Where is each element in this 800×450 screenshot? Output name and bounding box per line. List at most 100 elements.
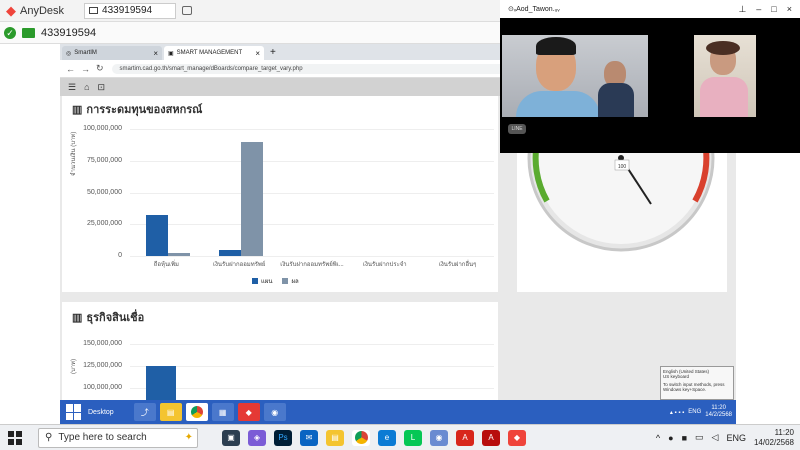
home-icon[interactable]: ⌂ — [84, 82, 89, 92]
chevron-up-icon[interactable]: ^ — [656, 433, 660, 443]
person-shirt — [516, 91, 600, 117]
edge-icon[interactable]: e — [378, 429, 396, 446]
new-tab-button[interactable]: + — [270, 47, 276, 58]
chart-title-text: ธุรกิจสินเชื่อ — [86, 312, 145, 324]
app-icon[interactable]: ⤴ — [133, 403, 156, 421]
tab-label: SmartIM — [74, 50, 97, 56]
mic-icon[interactable]: ● — [668, 433, 673, 443]
legend-item[interactable]: แผน — [252, 276, 272, 286]
y-tick-label: 0 — [118, 252, 122, 259]
system-tray: ^ ● ■ ▭ ◁ ENG 11:20 14/02/2568 — [656, 428, 794, 448]
session-tab[interactable]: 433919594 — [84, 2, 177, 19]
bar-ผล-0[interactable] — [168, 253, 191, 256]
language-indicator[interactable]: ENG — [726, 433, 746, 443]
acrobat-icon[interactable]: A — [482, 429, 500, 446]
y-tick-label: 100,000,000 — [83, 125, 122, 132]
globe-icon: ◎ — [66, 50, 72, 57]
app-icon[interactable]: ◉ — [430, 429, 448, 446]
gridline — [130, 344, 494, 345]
search-icon: ⚲ — [45, 432, 53, 443]
chart-title: ▥ ธุรกิจสินเชื่อ — [72, 308, 144, 326]
app-icon[interactable]: ◉ — [263, 403, 286, 421]
self-video-feed — [694, 35, 756, 117]
volume-icon[interactable]: ◁ — [712, 432, 719, 443]
x-category-label: ถือหุ้นเพิ่ม — [153, 262, 180, 268]
person-shirt — [700, 77, 748, 117]
caller-name: ⊙ᵥAod_Tawon.ᵤᵥ — [508, 6, 560, 13]
bar-chart-icon: ▥ — [72, 311, 83, 324]
anydesk-icon[interactable]: ◆ — [508, 429, 526, 446]
line-icon[interactable]: L — [404, 429, 422, 446]
app-name: AnyDesk — [20, 4, 65, 17]
photoshop-icon[interactable]: Ps — [274, 429, 292, 446]
back-icon[interactable]: ← — [66, 64, 75, 74]
windows-start-icon[interactable] — [66, 404, 82, 420]
search-box[interactable]: ⚲ Type here to search ✦ — [38, 427, 198, 448]
folder-icon[interactable]: ▤ — [159, 403, 182, 421]
check-circle-icon: ✓ — [4, 26, 16, 39]
chrome-icon[interactable] — [352, 429, 370, 446]
session-tab-label: 433919594 — [102, 5, 153, 16]
clock[interactable]: 11:20 14/02/2568 — [754, 428, 794, 448]
exit-icon[interactable]: ⊡ — [98, 82, 106, 93]
close-icon[interactable]: × — [153, 49, 158, 58]
remote-clock[interactable]: 11:20 14/2/2568 — [705, 405, 732, 419]
video-call-window[interactable]: ⊙ᵥAod_Tawon.ᵤᵥ ⊥ – □ × LINE — [500, 0, 800, 153]
maximize-icon[interactable]: □ — [771, 4, 776, 15]
folder-icon[interactable]: ▤ — [326, 429, 344, 446]
minimize-icon[interactable]: – — [756, 4, 761, 15]
close-icon[interactable]: × — [787, 4, 792, 15]
remote-tray: ▴ ▪ ▪ ▪ ENG 11:20 14/2/2568 — [670, 405, 732, 419]
y-tick-label: 50,000,000 — [86, 188, 122, 196]
tab-smartim[interactable]: ◎ SmartIM × — [62, 46, 162, 60]
tray-icons[interactable]: ▴ ▪ ▪ ▪ — [670, 409, 684, 416]
y-ticks: 150,000,000 125,000,000 100,000,000 — [62, 340, 122, 400]
reload-icon[interactable]: ↻ — [96, 63, 104, 74]
y-tick-label: 150,000,000 — [83, 340, 122, 347]
plot-area — [130, 344, 494, 400]
input-method-tooltip: English (United States) US keyboard To s… — [660, 366, 734, 400]
remote-taskbar: Desktop ⤴ ▤ ▦ ◆ ◉ ▴ ▪ ▪ ▪ ENG 11:20 14/2… — [60, 400, 736, 424]
windows-start-icon[interactable] — [8, 430, 22, 445]
y-tick-label: 100,000,000 — [83, 384, 122, 391]
y-tick-label: 125,000,000 — [83, 362, 122, 369]
desktop-toolbar[interactable]: Desktop — [88, 409, 114, 416]
bar-แผน-1[interactable] — [219, 249, 242, 256]
clock-time: 11:20 — [711, 405, 726, 411]
app-icon[interactable]: ▦ — [211, 403, 234, 421]
y-tick-label: 25,000,000 — [86, 220, 122, 228]
pin-icon[interactable]: ⊥ — [738, 4, 746, 15]
anydesk-icon[interactable]: ◆ — [237, 403, 260, 421]
mail-icon[interactable]: ✉ — [300, 429, 318, 446]
chart-card-funding: ▥ การระดมทุนของสหกรณ์ จำนวนเงิน (บาท) 10… — [62, 96, 498, 292]
store-icon[interactable]: ▣ — [222, 429, 240, 446]
copilot-icon[interactable]: ◈ — [248, 429, 266, 446]
chat-icon[interactable] — [182, 6, 193, 15]
bar-แผน-0[interactable] — [146, 215, 169, 256]
monitor-icon — [89, 7, 99, 14]
chrome-icon[interactable] — [185, 403, 208, 421]
legend-item[interactable]: ผล — [282, 276, 299, 286]
hamburger-icon[interactable]: ☰ — [68, 82, 76, 93]
person-hair — [706, 41, 740, 55]
close-icon[interactable]: × — [255, 49, 260, 58]
bar-credit-plan[interactable] — [146, 366, 176, 400]
gauge-value: 100 — [618, 164, 627, 170]
clock-time: 11:20 — [774, 427, 794, 437]
tab-smart-management[interactable]: ▣ SMART MANAGEMENT × — [164, 46, 264, 60]
anydesk-logo-icon: ◆ — [6, 2, 16, 18]
person-hair — [536, 37, 576, 55]
bar-ผล-1[interactable] — [241, 141, 264, 256]
address-input[interactable]: 433919594 — [41, 27, 96, 39]
camera-icon[interactable]: ■ — [682, 433, 687, 443]
pdf-icon[interactable]: A — [456, 429, 474, 446]
language-indicator[interactable]: ENG — [688, 409, 701, 415]
chart-card-credit: ▥ ธุรกิจสินเชื่อ (บาท) 150,000,000 125,00… — [62, 302, 498, 400]
sparkle-icon: ✦ — [184, 432, 193, 443]
gridline — [130, 256, 494, 257]
network-icon[interactable]: ▭ — [695, 432, 704, 443]
gridline — [130, 366, 494, 367]
gridline — [130, 388, 494, 389]
forward-icon[interactable]: → — [81, 64, 90, 74]
x-category-label: เงินรับฝากออมทรัพย์ — [212, 262, 266, 268]
